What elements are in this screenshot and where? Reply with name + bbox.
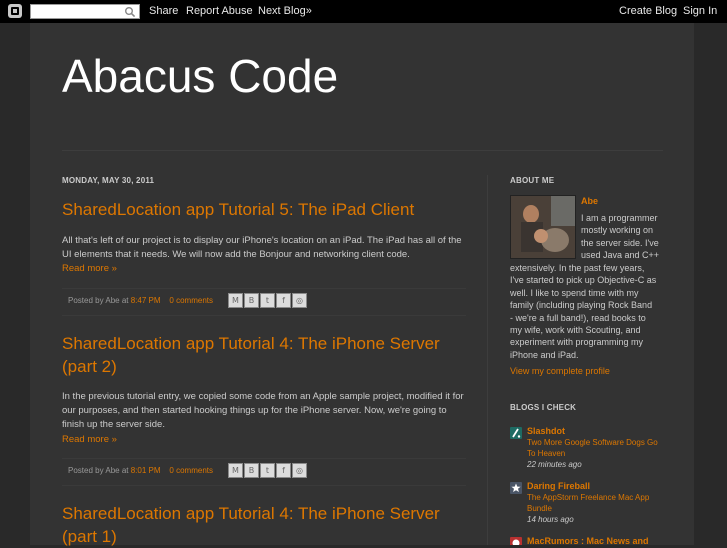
blog-list-item: Daring Fireball The AppStorm Freelance M… [510,481,670,529]
read-more-link[interactable]: Read more » [62,433,466,447]
sign-in-link[interactable]: Sign In [683,5,717,17]
email-icon[interactable]: M [228,463,243,478]
blog-post-time: 14 hours ago [527,515,574,524]
posted-by-label: Posted by Abe at [68,296,129,305]
search-icon[interactable] [124,6,136,18]
comments-link[interactable]: 0 comments [169,296,213,305]
blog-name-link[interactable]: Slashdot [527,426,565,436]
share-link[interactable]: Share [149,5,178,17]
blog-list-item: Slashdot Two More Google Software Dogs G… [510,426,670,474]
post-time-link[interactable]: 8:01 PM [131,466,161,475]
blog-post-link[interactable]: The AppStorm Freelance Mac App Bundle [527,493,667,514]
post-footer: Posted by Abe at 8:47 PM 0 comments M B … [62,288,466,316]
post-snippet: All that's left of our project is to dis… [62,235,462,261]
comments-link[interactable]: 0 comments [169,466,213,475]
create-blog-link[interactable]: Create Blog [619,5,677,17]
macrumors-icon [510,537,522,545]
facebook-icon[interactable]: f [276,293,291,308]
next-blog-link[interactable]: Next Blog» [258,5,312,17]
blog-title[interactable]: Abacus Code [62,50,338,102]
blogthis-icon[interactable]: B [244,463,259,478]
share-buttons: M B t f ◎ [228,293,307,309]
share-buttons: M B t f ◎ [228,463,307,479]
about-me-header: ABOUT ME [510,176,555,185]
post-title[interactable]: SharedLocation app Tutorial 4: The iPhon… [62,332,462,378]
about-line: my wife, work with Scouting, and [510,325,641,336]
blogthis-icon[interactable]: B [244,293,259,308]
view-profile-link[interactable]: View my complete profile [510,366,610,376]
author-name-link[interactable]: Abe [581,196,598,206]
navbar: Share Report Abuse Next Blog» Create Blo… [0,0,727,23]
twitter-icon[interactable]: t [260,293,275,308]
search-input[interactable] [30,4,140,19]
about-text: extensively. In the past few years, I've… [510,262,675,361]
blog-list-item: MacRumors : Mac News and [510,536,670,545]
star-icon [510,482,522,494]
twitter-icon[interactable]: t [260,463,275,478]
post-body: In the previous tutorial entry, we copie… [62,390,466,447]
about-line: - we're a full band!), read books to [510,312,646,323]
about-line: extensively. In the past few years, [510,263,645,273]
buzz-icon[interactable]: ◎ [292,463,307,478]
blog-name-link[interactable]: Daring Fireball [527,481,590,491]
facebook-icon[interactable]: f [276,463,291,478]
post-body: All that's left of our project is to dis… [62,234,466,277]
about-line: family (including playing Rock Band [510,300,653,311]
about-line: used Java and C++ [581,250,660,261]
about-line: the server side. I've [581,237,659,248]
date-header: MONDAY, MAY 30, 2011 [62,176,155,185]
blog-post-time: 22 minutes ago [527,460,582,469]
post-meta: Posted by Abe at 8:47 PM 0 comments [68,296,213,305]
post-time-link[interactable]: 8:47 PM [131,296,161,305]
blogs-i-check-header: BLOGS I CHECK [510,403,577,412]
posted-by-label: Posted by Abe at [68,466,129,475]
about-line: mostly working on [581,225,654,236]
read-more-link[interactable]: Read more » [62,262,466,276]
post-meta: Posted by Abe at 8:01 PM 0 comments [68,466,213,475]
report-abuse-link[interactable]: Report Abuse [186,5,253,17]
buzz-icon[interactable]: ◎ [292,293,307,308]
post-title[interactable]: SharedLocation app Tutorial 4: The iPhon… [62,502,462,548]
about-line: experiment with programming my [510,337,644,348]
header-divider [62,150,663,151]
blogger-logo-icon[interactable] [8,4,22,18]
email-icon[interactable]: M [228,293,243,308]
post-title[interactable]: SharedLocation app Tutorial 5: The iPad … [62,198,462,221]
sidebar-divider [487,175,488,545]
about-line: I am a programmer [581,213,658,223]
about-line: iPhone and iPad. [510,349,579,360]
blog-post-link[interactable]: Two More Google Software Dogs Go To Heav… [527,438,667,459]
profile-photo[interactable] [510,195,576,259]
about-line: I've started to pick up Objective-C as [510,275,657,286]
about-line: well. I like to spend time with my [510,287,639,298]
slashdot-icon [510,427,522,439]
blog-name-link[interactable]: MacRumors : Mac News and [527,536,649,545]
about-text: I am a programmer mostly working on the … [581,212,671,262]
post-snippet: In the previous tutorial entry, we copie… [62,391,464,431]
post-footer: Posted by Abe at 8:01 PM 0 comments M B … [62,458,466,486]
